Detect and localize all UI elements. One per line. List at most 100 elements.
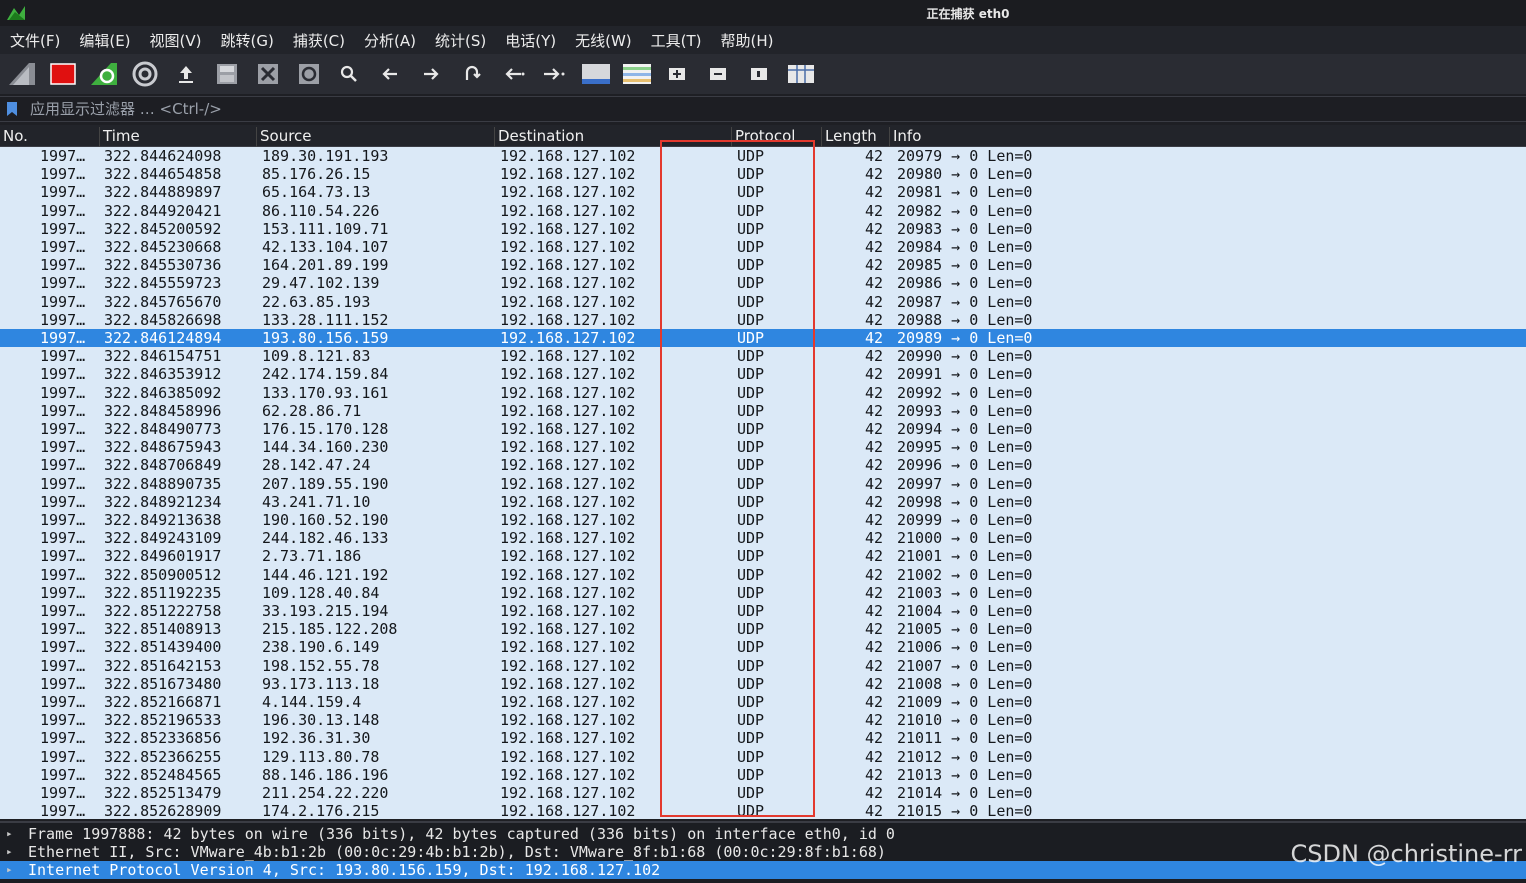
expand-arrow-icon[interactable]: ▸ [6, 825, 13, 843]
table-row[interactable]: 1997… 322.846124894 193.80.156.159 192.168.… [0, 329, 1526, 348]
table-row[interactable]: 1997… 322.845559723 29.47.102.139 192.168.1… [0, 274, 1526, 292]
menu-capture[interactable]: 捕获(C) [293, 30, 345, 51]
table-row[interactable]: 1997… 322.852166871 4.144.159.4 192.168.127… [0, 693, 1526, 711]
stop-square-icon[interactable] [47, 59, 79, 89]
cell-length: 42 [865, 765, 884, 784]
cell-destination: 192.168.127.102 [500, 201, 636, 220]
table-row[interactable]: 1997… 322.852628909 174.2.176.215 192.168.1… [0, 802, 1526, 819]
bookmark-icon[interactable] [0, 97, 24, 121]
cell-source: 4.144.159.4 [262, 693, 362, 711]
cell-destination: 192.168.127.102 [500, 693, 636, 711]
cell-time: 322.850900512 [104, 565, 222, 584]
table-row[interactable]: 1997… 322.852336856 192.36.31.30 192.168.12… [0, 729, 1526, 747]
menu-tools[interactable]: 工具(T) [651, 30, 702, 51]
table-row[interactable]: 1997… 322.848921234 43.241.71.10 192.168.12… [0, 493, 1526, 511]
find-packet-icon[interactable] [334, 59, 364, 89]
table-row[interactable]: 1997… 322.846154751 109.8.121.83 192.168.12… [0, 347, 1526, 365]
table-row[interactable]: 1997… 322.846353912 242.174.159.84 192.168.… [0, 365, 1526, 383]
table-row[interactable]: 1997… 322.848458996 62.28.86.71 192.168.127… [0, 402, 1526, 420]
table-row[interactable]: 1997… 322.852513479 211.254.22.220 192.168.… [0, 784, 1526, 802]
menu-statistics[interactable]: 统计(S) [435, 30, 486, 51]
cell-length: 42 [865, 365, 884, 384]
cell-protocol: UDP [737, 765, 765, 784]
table-row[interactable]: 1997… 322.851642153 198.152.55.78 192.168.1… [0, 657, 1526, 675]
table-row[interactable]: 1997… 322.848890735 207.189.55.190 192.168.… [0, 475, 1526, 493]
table-row[interactable]: 1997… 322.844889897 65.164.73.13 192.168.12… [0, 183, 1526, 201]
table-row[interactable]: 1997… 322.851222758 33.193.215.194 192.168.… [0, 602, 1526, 620]
reload-file-icon[interactable] [293, 59, 325, 89]
menu-telephony[interactable]: 电话(Y) [505, 30, 556, 51]
expand-arrow-icon[interactable]: ▸ [6, 861, 13, 879]
open-file-icon[interactable] [170, 59, 202, 89]
column-header-info[interactable]: Info [890, 127, 1526, 147]
restart-capture-icon[interactable] [88, 59, 120, 89]
table-row[interactable]: 1997… 322.852196533 196.30.13.148 192.168.1… [0, 711, 1526, 729]
table-row[interactable]: 1997… 322.844654858 85.176.26.15 192.168.12… [0, 165, 1526, 183]
go-first-packet-icon[interactable] [498, 59, 528, 89]
table-row[interactable]: 1997… 322.848706849 28.142.47.24 192.168.12… [0, 456, 1526, 474]
table-row[interactable]: 1997… 322.849243109 244.182.46.133 192.168.… [0, 529, 1526, 547]
cell-source: 196.30.13.148 [262, 711, 380, 730]
column-header-time[interactable]: Time [100, 127, 257, 147]
cell-no: 1997… [40, 656, 86, 675]
table-row[interactable]: 1997… 322.851673480 93.173.113.18 192.168.1… [0, 675, 1526, 693]
cell-no: 1997… [40, 310, 86, 329]
column-header-no[interactable]: No. [0, 127, 100, 147]
resize-columns-icon[interactable] [785, 59, 817, 89]
cell-destination: 192.168.127.102 [500, 802, 636, 819]
cell-no: 1997… [40, 511, 86, 529]
cell-destination: 192.168.127.102 [500, 511, 636, 529]
table-row[interactable]: 1997… 322.844624098 189.30.191.193 192.168.… [0, 147, 1526, 165]
menu-file[interactable]: 文件(F) [10, 30, 60, 51]
menu-edit[interactable]: 编辑(E) [79, 30, 130, 51]
expand-arrow-icon[interactable]: ▸ [6, 843, 13, 861]
go-to-packet-icon[interactable] [457, 59, 487, 89]
zoom-out-icon[interactable] [703, 59, 733, 89]
table-row[interactable]: 1997… 322.845530736 164.201.89.199 192.168.… [0, 256, 1526, 274]
zoom-in-icon[interactable] [662, 59, 692, 89]
menu-go[interactable]: 跳转(G) [221, 30, 274, 51]
table-row[interactable]: 1997… 322.850900512 144.46.121.192 192.168.… [0, 566, 1526, 584]
table-row[interactable]: 1997… 322.851408913 215.185.122.208 192.168… [0, 620, 1526, 638]
table-row[interactable]: 1997… 322.851439400 238.190.6.149 192.168.1… [0, 638, 1526, 656]
menu-wireless[interactable]: 无线(W) [575, 30, 632, 51]
colorize-icon[interactable] [621, 59, 653, 89]
cell-info: 20999 → 0 Len=0 [897, 511, 1033, 529]
table-row[interactable]: 1997… 322.849213638 190.160.52.190 192.168.… [0, 511, 1526, 529]
shark-fin-start-icon[interactable] [6, 59, 38, 89]
cell-destination: 192.168.127.102 [500, 347, 636, 366]
display-filter-input[interactable] [24, 98, 1526, 120]
autoscroll-icon[interactable] [580, 59, 612, 89]
table-row[interactable]: 1997… 322.844920421 86.110.54.226 192.168.1… [0, 202, 1526, 220]
go-back-icon[interactable] [375, 59, 405, 89]
cell-destination: 192.168.127.102 [500, 365, 636, 384]
menu-view[interactable]: 视图(V) [150, 30, 202, 51]
table-row[interactable]: 1997… 322.845765670 22.63.85.193 192.168.12… [0, 293, 1526, 311]
table-row[interactable]: 1997… 322.848490773 176.15.170.128 192.168.… [0, 420, 1526, 438]
table-row[interactable]: 1997… 322.845200592 153.111.109.71 192.168.… [0, 220, 1526, 238]
column-header-protocol[interactable]: Protocol [732, 127, 822, 147]
menu-help[interactable]: 帮助(H) [721, 30, 774, 51]
column-header-destination[interactable]: Destination [495, 127, 732, 147]
table-row[interactable]: 1997… 322.852366255 129.113.80.78 192.168.1… [0, 748, 1526, 766]
cell-length: 42 [865, 784, 884, 802]
capture-options-icon[interactable] [129, 59, 161, 89]
cell-no: 1997… [40, 474, 86, 493]
cell-info: 21015 → 0 Len=0 [897, 802, 1033, 819]
table-row[interactable]: 1997… 322.846385092 133.170.93.161 192.168.… [0, 384, 1526, 402]
menu-analyze[interactable]: 分析(A) [364, 30, 416, 51]
normal-size-icon[interactable] [744, 59, 774, 89]
go-forward-icon[interactable] [416, 59, 446, 89]
table-row[interactable]: 1997… 322.849601917 2.73.71.186 192.168.127… [0, 547, 1526, 565]
table-row[interactable]: 1997… 322.852484565 88.146.186.196 192.168.… [0, 766, 1526, 784]
table-row[interactable]: 1997… 322.845826698 133.28.111.152 192.168.… [0, 311, 1526, 329]
column-header-length[interactable]: Length [822, 127, 890, 147]
column-header-source[interactable]: Source [257, 127, 495, 147]
table-row[interactable]: 1997… 322.845230668 42.133.104.107 192.168.… [0, 238, 1526, 256]
table-row[interactable]: 1997… 322.848675943 144.34.160.230 192.168.… [0, 438, 1526, 456]
close-file-icon[interactable] [252, 59, 284, 89]
go-last-packet-icon[interactable] [539, 59, 569, 89]
table-row[interactable]: 1997… 322.851192235 109.128.40.84 192.168.1… [0, 584, 1526, 602]
save-file-icon[interactable] [211, 59, 243, 89]
title-bar: 正在捕获 eth0 [0, 0, 1526, 26]
